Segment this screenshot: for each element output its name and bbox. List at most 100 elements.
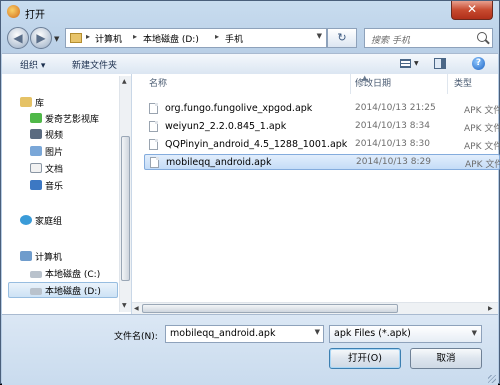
breadcrumb-phone-folder[interactable]: 手机	[225, 32, 243, 45]
file-list: 名称 ▲ 修改日期 类型 org.fungo.fungolive_xpgod.a…	[132, 74, 500, 314]
sidebar-item-label: 视频	[45, 131, 64, 141]
file-type: APK 文件	[464, 124, 500, 134]
breadcrumb-separator-icon[interactable]: ▸	[133, 32, 137, 41]
file-type: APK 文件	[464, 106, 500, 116]
sidebar-item-iqiyi-library[interactable]: 爱奇艺影视库	[30, 112, 99, 126]
app-icon	[7, 5, 20, 18]
sidebar-scrollbar[interactable]: ▲ ▼	[119, 76, 131, 312]
sidebar-item-homegroup[interactable]: 家庭组	[20, 214, 62, 228]
sidebar-item-label: 爱奇艺影视库	[45, 115, 100, 125]
navigation-pane: 库 爱奇艺影视库 视频 图片 文档 音乐 家庭组 计算机 本地磁盘 (C:) 本…	[2, 74, 132, 314]
homegroup-icon	[20, 215, 32, 225]
sidebar-item-computer[interactable]: 计算机	[20, 250, 62, 264]
view-options-icon[interactable]	[400, 59, 411, 68]
file-row[interactable]: org.fungo.fungolive_xpgod.apk 2014/10/13…	[144, 101, 500, 117]
sidebar-item-videos[interactable]: 视频	[30, 128, 63, 142]
filename-label: 文件名(N):	[114, 332, 158, 342]
column-header-name[interactable]: 名称	[149, 74, 167, 94]
breadcrumb-drive-d[interactable]: 本地磁盘 (D:)	[143, 32, 199, 45]
arrow-right-icon: ▶	[36, 31, 46, 45]
filename-input[interactable]: mobileqq_android.apk ▼	[165, 325, 324, 343]
breadcrumb-separator-icon[interactable]: ▸	[86, 32, 90, 41]
sidebar-item-label: 计算机	[35, 253, 63, 263]
resize-grip-icon[interactable]	[488, 375, 496, 383]
horizontal-scroll-thumb[interactable]	[142, 304, 398, 313]
apk-file-icon	[149, 103, 158, 114]
sidebar-item-drive-c[interactable]: 本地磁盘 (C:)	[30, 267, 100, 281]
video-library-icon	[30, 113, 42, 123]
sidebar-item-label: 本地磁盘 (D:)	[45, 287, 101, 297]
open-button[interactable]: 打开(O)	[329, 348, 401, 369]
video-icon	[30, 129, 42, 139]
filter-chevron-down-icon: ▼	[471, 329, 477, 337]
sidebar-item-label: 图片	[45, 148, 64, 158]
scroll-left-arrow-icon[interactable]: ◀	[134, 305, 139, 312]
music-icon	[30, 180, 42, 190]
library-icon	[20, 97, 32, 107]
sidebar-scroll-thumb[interactable]	[121, 136, 130, 281]
close-button[interactable]: ✕	[451, 1, 493, 20]
sidebar-item-documents[interactable]: 文档	[30, 162, 63, 176]
filename-history-chevron-down-icon[interactable]: ▼	[315, 328, 320, 336]
cancel-button[interactable]: 取消	[410, 348, 482, 369]
back-button[interactable]: ◀	[7, 27, 29, 49]
recent-locations-chevron-down-icon[interactable]: ▼	[54, 35, 59, 43]
sidebar-item-music[interactable]: 音乐	[30, 179, 63, 193]
address-bar[interactable]: ▸ 计算机 ▸ 本地磁盘 (D:) ▸ 手机 ▼	[65, 28, 327, 48]
refresh-icon: ↻	[337, 31, 347, 44]
folder-icon	[70, 33, 82, 43]
refresh-button[interactable]: ↻	[327, 28, 357, 48]
title-bar: 打开 ✕	[1, 1, 499, 23]
help-icon[interactable]: ?	[472, 57, 485, 70]
new-folder-button[interactable]: 新建文件夹	[72, 58, 117, 71]
file-name: weiyun2_2.2.0.845_1.apk	[165, 121, 287, 132]
sidebar-item-pictures[interactable]: 图片	[30, 145, 63, 159]
breadcrumb-separator-icon[interactable]: ▸	[215, 32, 219, 41]
computer-icon	[20, 251, 32, 261]
sidebar-item-label: 本地磁盘 (C:)	[45, 270, 101, 280]
sidebar-item-label: 文档	[45, 165, 64, 175]
scroll-up-arrow-icon[interactable]: ▲	[122, 78, 127, 85]
address-row: ◀ ▶ ▼ ▸ 计算机 ▸ 本地磁盘 (D:) ▸ 手机 ▼ ↻ 搜索 手机	[1, 25, 499, 53]
search-icon	[477, 32, 487, 42]
sidebar-item-drive-d[interactable]: 本地磁盘 (D:)	[8, 282, 118, 298]
file-name: mobileqq_android.apk	[166, 157, 272, 168]
scroll-right-arrow-icon[interactable]: ▶	[488, 305, 493, 312]
column-divider[interactable]	[350, 74, 351, 94]
window-title: 打开	[25, 10, 45, 21]
scroll-down-arrow-icon[interactable]: ▼	[122, 302, 127, 309]
file-row-selected[interactable]: mobileqq_android.apk 2014/10/13 8:29 APK…	[144, 154, 500, 170]
file-list-horizontal-scrollbar[interactable]: ◀ ▶	[132, 302, 498, 314]
open-file-dialog: 打开 ✕ ◀ ▶ ▼ ▸ 计算机 ▸ 本地磁盘 (D:) ▸ 手机 ▼ ↻ 搜索…	[0, 0, 500, 385]
dialog-footer: 文件名(N): mobileqq_android.apk ▼ apk Files…	[2, 314, 498, 385]
arrow-left-icon: ◀	[13, 31, 23, 45]
column-divider[interactable]	[447, 74, 448, 94]
filename-value: mobileqq_android.apk	[170, 328, 276, 339]
file-type-filter-select[interactable]: apk Files (*.apk) ▼	[329, 325, 482, 343]
file-type-filter-value: apk Files (*.apk)	[334, 328, 411, 339]
file-name: QQPinyin_android_4.5_1288_1001.apk	[165, 139, 348, 150]
apk-file-icon	[150, 157, 159, 168]
preview-pane-icon[interactable]	[434, 58, 446, 69]
breadcrumb-computer[interactable]: 计算机	[95, 32, 122, 45]
sidebar-item-label: 库	[35, 99, 45, 109]
apk-file-icon	[149, 121, 158, 132]
file-row[interactable]: weiyun2_2.2.0.845_1.apk 2014/10/13 8:34 …	[144, 119, 500, 135]
forward-button[interactable]: ▶	[30, 27, 52, 49]
column-header-type[interactable]: 类型	[454, 74, 472, 94]
picture-icon	[30, 146, 42, 156]
search-input[interactable]: 搜索 手机	[364, 28, 493, 48]
address-dropdown-chevron-down-icon[interactable]: ▼	[317, 32, 322, 40]
file-type: APK 文件	[465, 160, 500, 170]
sidebar-item-label: 音乐	[45, 182, 64, 192]
column-header-modified[interactable]: 修改日期	[355, 74, 391, 94]
apk-file-icon	[149, 139, 158, 150]
view-options-chevron-down-icon[interactable]: ▼	[414, 60, 419, 67]
file-type: APK 文件	[464, 142, 500, 152]
drive-icon	[30, 271, 42, 278]
file-row[interactable]: QQPinyin_android_4.5_1288_1001.apk 2014/…	[144, 137, 500, 153]
file-modified: 2014/10/13 21:25	[355, 103, 436, 113]
organize-menu-button[interactable]: 组织 ▾	[20, 58, 45, 71]
file-modified: 2014/10/13 8:34	[355, 121, 430, 131]
sidebar-item-libraries[interactable]: 库	[20, 96, 44, 110]
